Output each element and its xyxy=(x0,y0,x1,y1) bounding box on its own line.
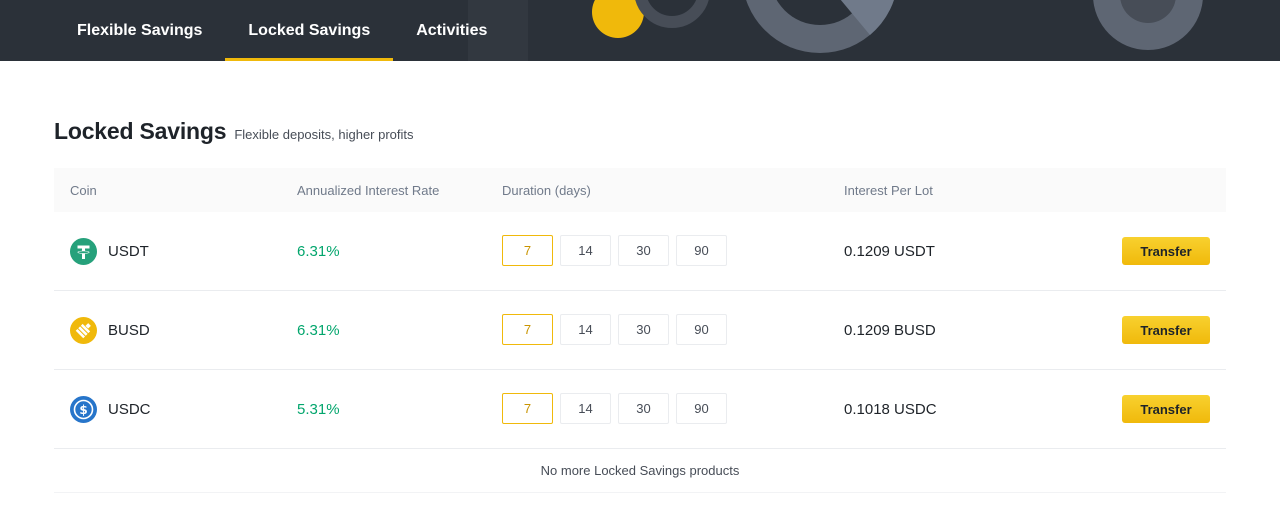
top-nav-bar: Flexible Savings Locked Savings Activiti… xyxy=(0,0,1280,61)
tab-locked-savings[interactable]: Locked Savings xyxy=(225,0,394,61)
duration-14-button[interactable]: 14 xyxy=(560,235,611,266)
duration-options: 7 14 30 90 xyxy=(502,235,727,266)
duration-7-button[interactable]: 7 xyxy=(502,314,553,345)
table-row: $ USDC 5.31% 7 14 30 90 0.1018 USDC Tran… xyxy=(54,370,1226,449)
interest-rate: 6.31% xyxy=(297,322,340,339)
coin-name: USDC xyxy=(108,401,151,418)
transfer-button[interactable]: Transfer xyxy=(1122,237,1210,265)
tab-flexible-savings[interactable]: Flexible Savings xyxy=(54,0,225,61)
header-duration: Duration (days) xyxy=(502,182,591,198)
coin-name: BUSD xyxy=(108,322,150,339)
usdc-icon: $ xyxy=(70,396,97,423)
interest-rate: 6.31% xyxy=(297,243,340,260)
header-interest-per-lot: Interest Per Lot xyxy=(844,182,933,198)
header-coin: Coin xyxy=(70,182,97,198)
locked-savings-table: Coin Annualized Interest Rate Duration (… xyxy=(54,168,1226,493)
tether-icon xyxy=(70,238,97,265)
page-subtitle: Flexible deposits, higher profits xyxy=(234,127,414,142)
table-footer-message: No more Locked Savings products xyxy=(54,449,1226,493)
duration-7-button[interactable]: 7 xyxy=(502,393,553,424)
tab-activities[interactable]: Activities xyxy=(393,0,510,61)
coin-cell: $ USDC xyxy=(70,396,151,423)
busd-icon xyxy=(70,317,97,344)
interest-per-lot: 0.1209 USDT xyxy=(844,243,935,260)
interest-rate: 5.31% xyxy=(297,401,340,418)
coin-cell: USDT xyxy=(70,238,149,265)
duration-14-button[interactable]: 14 xyxy=(560,393,611,424)
interest-per-lot: 0.1209 BUSD xyxy=(844,322,936,339)
duration-90-button[interactable]: 90 xyxy=(676,235,727,266)
coin-cell: BUSD xyxy=(70,317,150,344)
section-heading: Locked Savings Flexible deposits, higher… xyxy=(54,118,414,145)
header-rate: Annualized Interest Rate xyxy=(297,182,440,198)
duration-7-button[interactable]: 7 xyxy=(502,235,553,266)
duration-30-button[interactable]: 30 xyxy=(618,393,669,424)
duration-options: 7 14 30 90 xyxy=(502,314,727,345)
table-header: Coin Annualized Interest Rate Duration (… xyxy=(54,168,1226,212)
duration-30-button[interactable]: 30 xyxy=(618,314,669,345)
savings-tabs: Flexible Savings Locked Savings Activiti… xyxy=(54,0,510,61)
transfer-button[interactable]: Transfer xyxy=(1122,395,1210,423)
svg-text:$: $ xyxy=(79,403,87,417)
duration-90-button[interactable]: 90 xyxy=(676,393,727,424)
table-row: USDT 6.31% 7 14 30 90 0.1209 USDT Transf… xyxy=(54,212,1226,291)
table-row: BUSD 6.31% 7 14 30 90 0.1209 BUSD Transf… xyxy=(54,291,1226,370)
page-title: Locked Savings xyxy=(54,118,227,144)
interest-per-lot: 0.1018 USDC xyxy=(844,401,937,418)
transfer-button[interactable]: Transfer xyxy=(1122,316,1210,344)
duration-options: 7 14 30 90 xyxy=(502,393,727,424)
coin-name: USDT xyxy=(108,243,149,260)
duration-90-button[interactable]: 90 xyxy=(676,314,727,345)
duration-30-button[interactable]: 30 xyxy=(618,235,669,266)
duration-14-button[interactable]: 14 xyxy=(560,314,611,345)
